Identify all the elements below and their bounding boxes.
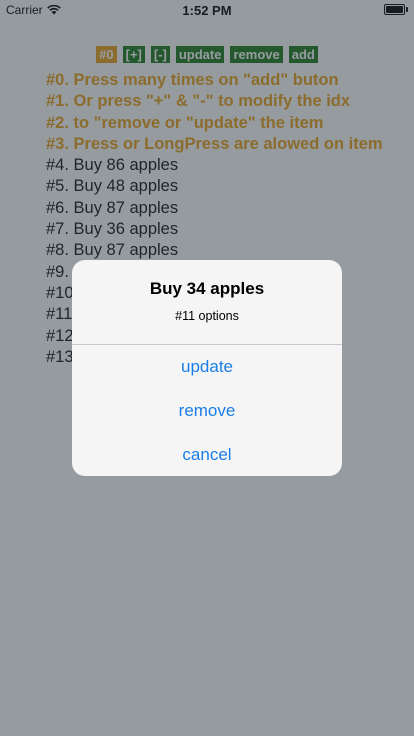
alert-cancel-button[interactable]: cancel xyxy=(72,433,342,476)
options-alert: Buy 34 apples #11 options update remove … xyxy=(72,260,342,476)
alert-remove-button[interactable]: remove xyxy=(72,389,342,433)
alert-update-button[interactable]: update xyxy=(72,345,342,389)
alert-title: Buy 34 apples xyxy=(149,279,265,298)
alert-message: #11 options xyxy=(175,309,239,323)
